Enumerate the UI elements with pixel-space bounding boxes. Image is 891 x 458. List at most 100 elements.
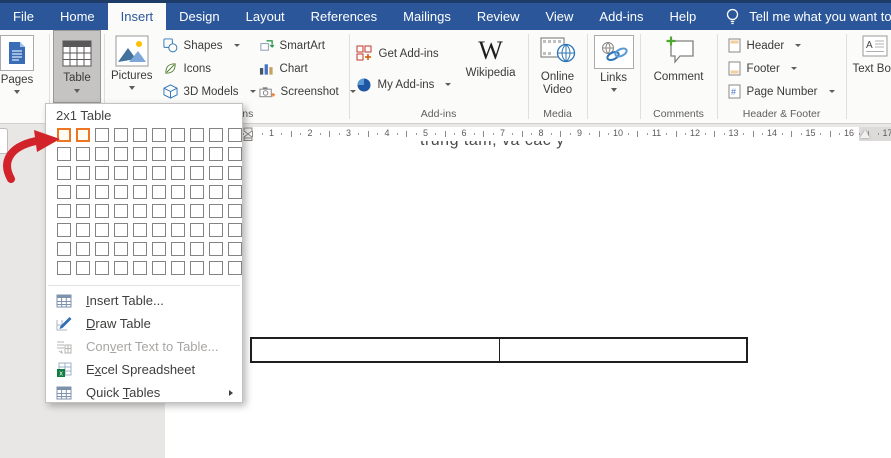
grid-cell-8x3[interactable] xyxy=(190,166,204,180)
grid-cell-1x6[interactable] xyxy=(57,223,71,237)
grid-cell-5x5[interactable] xyxy=(133,204,147,218)
grid-cell-5x6[interactable] xyxy=(133,223,147,237)
grid-cell-4x5[interactable] xyxy=(114,204,128,218)
grid-cell-9x1[interactable] xyxy=(209,128,223,142)
grid-cell-3x2[interactable] xyxy=(95,147,109,161)
grid-cell-5x7[interactable] xyxy=(133,242,147,256)
menu-item-excel-spreadsheet[interactable]: x Excel Spreadsheet xyxy=(46,358,242,381)
grid-cell-2x4[interactable] xyxy=(76,185,90,199)
tab-home[interactable]: Home xyxy=(47,3,108,30)
chart-button[interactable]: Chart xyxy=(254,57,348,80)
menu-item-quick-tables[interactable]: Quick Tables xyxy=(46,381,242,404)
grid-cell-8x1[interactable] xyxy=(190,128,204,142)
grid-cell-8x5[interactable] xyxy=(190,204,204,218)
grid-cell-4x1[interactable] xyxy=(114,128,128,142)
pictures-button[interactable]: Pictures xyxy=(106,30,158,90)
grid-cell-4x2[interactable] xyxy=(114,147,128,161)
grid-cell-6x6[interactable] xyxy=(152,223,166,237)
grid-cell-7x2[interactable] xyxy=(171,147,185,161)
grid-cell-2x1[interactable] xyxy=(76,128,90,142)
grid-cell-1x3[interactable] xyxy=(57,166,71,180)
grid-cell-6x4[interactable] xyxy=(152,185,166,199)
grid-cell-8x2[interactable] xyxy=(190,147,204,161)
screenshot-button[interactable]: Screenshot xyxy=(254,80,348,103)
indent-markers[interactable] xyxy=(243,127,256,141)
grid-cell-7x8[interactable] xyxy=(171,261,185,275)
grid-cell-5x2[interactable] xyxy=(133,147,147,161)
tab-design[interactable]: Design xyxy=(166,3,232,30)
grid-cell-10x2[interactable] xyxy=(228,147,242,161)
tab-layout[interactable]: Layout xyxy=(233,3,298,30)
grid-cell-4x6[interactable] xyxy=(114,223,128,237)
grid-cell-5x8[interactable] xyxy=(133,261,147,275)
grid-cell-4x3[interactable] xyxy=(114,166,128,180)
grid-cell-5x1[interactable] xyxy=(133,128,147,142)
tell-me-box[interactable]: Tell me what you want to do xyxy=(725,3,891,30)
document-page[interactable]: trung tâm, và các ý xyxy=(165,127,891,458)
grid-cell-7x3[interactable] xyxy=(171,166,185,180)
menu-item-convert-text-to-table[interactable]: Convert Text to Table... xyxy=(46,335,242,358)
tab-mailings[interactable]: Mailings xyxy=(390,3,464,30)
grid-cell-3x7[interactable] xyxy=(95,242,109,256)
text-box-button[interactable]: A Text Box xyxy=(848,30,891,76)
grid-cell-9x3[interactable] xyxy=(209,166,223,180)
online-video-button[interactable]: Online Video xyxy=(530,30,586,97)
grid-cell-2x2[interactable] xyxy=(76,147,90,161)
grid-cell-9x2[interactable] xyxy=(209,147,223,161)
grid-cell-6x2[interactable] xyxy=(152,147,166,161)
comment-button[interactable]: Comment xyxy=(642,30,716,84)
grid-cell-10x4[interactable] xyxy=(228,185,242,199)
grid-cell-7x6[interactable] xyxy=(171,223,185,237)
3d-models-button[interactable]: 3D Models xyxy=(158,80,254,103)
grid-cell-2x7[interactable] xyxy=(76,242,90,256)
grid-cell-8x4[interactable] xyxy=(190,185,204,199)
grid-cell-7x7[interactable] xyxy=(171,242,185,256)
header-button[interactable]: Header xyxy=(723,34,845,57)
grid-cell-6x8[interactable] xyxy=(152,261,166,275)
menu-item-insert-table[interactable]: Insert Table... xyxy=(46,289,242,312)
grid-cell-3x5[interactable] xyxy=(95,204,109,218)
tab-view[interactable]: View xyxy=(532,3,586,30)
tab-help[interactable]: Help xyxy=(657,3,710,30)
grid-cell-6x3[interactable] xyxy=(152,166,166,180)
shapes-button[interactable]: Shapes xyxy=(158,34,254,57)
grid-cell-10x8[interactable] xyxy=(228,261,242,275)
grid-cell-10x3[interactable] xyxy=(228,166,242,180)
grid-cell-2x5[interactable] xyxy=(76,204,90,218)
grid-cell-6x7[interactable] xyxy=(152,242,166,256)
document-table-cell-2[interactable] xyxy=(500,339,747,361)
grid-cell-8x8[interactable] xyxy=(190,261,204,275)
grid-cell-4x8[interactable] xyxy=(114,261,128,275)
wikipedia-button[interactable]: W Wikipedia xyxy=(455,30,527,80)
table-button[interactable]: Table xyxy=(53,30,101,103)
grid-cell-2x6[interactable] xyxy=(76,223,90,237)
links-button[interactable]: Links xyxy=(589,30,639,92)
grid-cell-10x5[interactable] xyxy=(228,204,242,218)
grid-cell-7x1[interactable] xyxy=(171,128,185,142)
grid-cell-8x7[interactable] xyxy=(190,242,204,256)
pages-button[interactable]: Pages xyxy=(0,30,48,94)
grid-cell-1x7[interactable] xyxy=(57,242,71,256)
document-table[interactable] xyxy=(250,337,748,363)
grid-cell-2x8[interactable] xyxy=(76,261,90,275)
tab-references[interactable]: References xyxy=(298,3,390,30)
grid-cell-9x8[interactable] xyxy=(209,261,223,275)
grid-cell-10x1[interactable] xyxy=(228,128,242,142)
grid-cell-1x1[interactable] xyxy=(57,128,71,142)
grid-cell-7x5[interactable] xyxy=(171,204,185,218)
right-indent-marker[interactable] xyxy=(860,130,870,138)
my-addins-button[interactable]: My Add-ins xyxy=(351,69,455,100)
grid-cell-5x4[interactable] xyxy=(133,185,147,199)
grid-cell-10x6[interactable] xyxy=(228,223,242,237)
grid-cell-7x4[interactable] xyxy=(171,185,185,199)
grid-cell-1x2[interactable] xyxy=(57,147,71,161)
document-table-cell-1[interactable] xyxy=(252,339,500,361)
grid-cell-10x7[interactable] xyxy=(228,242,242,256)
grid-cell-9x6[interactable] xyxy=(209,223,223,237)
tab-review[interactable]: Review xyxy=(464,3,533,30)
grid-cell-3x6[interactable] xyxy=(95,223,109,237)
grid-cell-8x6[interactable] xyxy=(190,223,204,237)
tab-add-ins[interactable]: Add-ins xyxy=(586,3,656,30)
get-addins-button[interactable]: Get Add-ins xyxy=(351,38,455,69)
grid-cell-1x8[interactable] xyxy=(57,261,71,275)
